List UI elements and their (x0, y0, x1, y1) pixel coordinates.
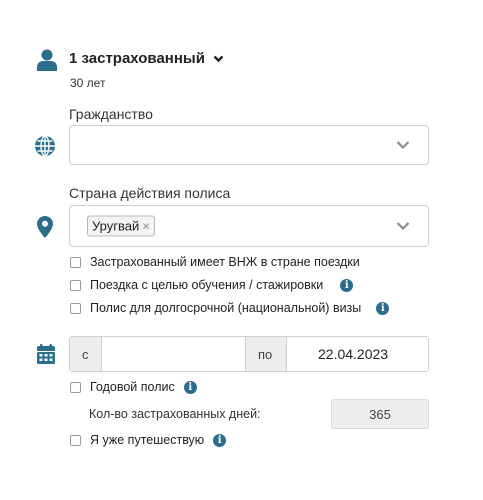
insured-days-value: 365 (331, 399, 429, 429)
country-tag: Уругвай × (87, 215, 155, 237)
policy-country-label: Страна действия полиса (69, 185, 231, 201)
long-term-checkbox[interactable] (70, 302, 81, 314)
traveling-checkbox-row[interactable]: Я уже путешествую i (70, 433, 227, 447)
long-term-checkbox-row[interactable]: Полис для долгосрочной (национальной) ви… (70, 301, 390, 315)
policy-country-select[interactable]: Уругвай × (69, 205, 429, 247)
info-icon[interactable]: i (183, 380, 197, 394)
person-icon (37, 49, 57, 71)
citizenship-label: Гражданство (69, 106, 153, 122)
info-icon[interactable]: i (376, 301, 390, 315)
country-tag-label: Уругвай (92, 218, 140, 234)
insured-title: 1 застрахованный (69, 50, 205, 67)
traveling-checkbox[interactable] (70, 434, 81, 446)
study-checkbox-label: Поездка с целью обучения / стажировки (90, 278, 324, 292)
chevron-down-icon (396, 222, 410, 231)
study-checkbox-row[interactable]: Поездка с целью обучения / стажировки i (70, 278, 354, 292)
date-range: с по 22.04.2023 (69, 336, 429, 372)
date-to-input[interactable]: 22.04.2023 (287, 337, 428, 371)
insured-dropdown[interactable]: 1 застрахованный (69, 50, 224, 67)
chevron-down-icon (213, 50, 224, 67)
insured-age: 30 лет (70, 76, 106, 90)
annual-checkbox-label: Годовой полис (90, 380, 175, 394)
info-icon[interactable]: i (213, 433, 227, 447)
remove-tag-icon[interactable]: × (142, 219, 150, 234)
study-checkbox[interactable] (70, 279, 81, 291)
residence-checkbox-label: Застрахованный имеет ВНЖ в стране поездк… (90, 255, 360, 269)
chevron-down-icon (396, 141, 410, 150)
date-to-addon: по (245, 337, 287, 371)
info-icon[interactable]: i (340, 278, 354, 292)
calendar-icon (37, 344, 55, 364)
map-pin-icon (37, 216, 53, 238)
annual-checkbox-row[interactable]: Годовой полис i (70, 380, 197, 394)
traveling-checkbox-label: Я уже путешествую (90, 433, 205, 447)
date-from-input[interactable] (102, 337, 245, 371)
long-term-checkbox-label: Полис для долгосрочной (национальной) ви… (90, 301, 362, 315)
citizenship-select[interactable] (69, 125, 429, 165)
insured-days-label: Кол-во застрахованных дней: (89, 407, 261, 421)
annual-checkbox[interactable] (70, 381, 81, 393)
residence-checkbox-row[interactable]: Застрахованный имеет ВНЖ в стране поездк… (70, 255, 360, 269)
residence-checkbox[interactable] (70, 256, 81, 268)
globe-icon (35, 136, 55, 156)
date-from-addon: с (70, 337, 102, 371)
